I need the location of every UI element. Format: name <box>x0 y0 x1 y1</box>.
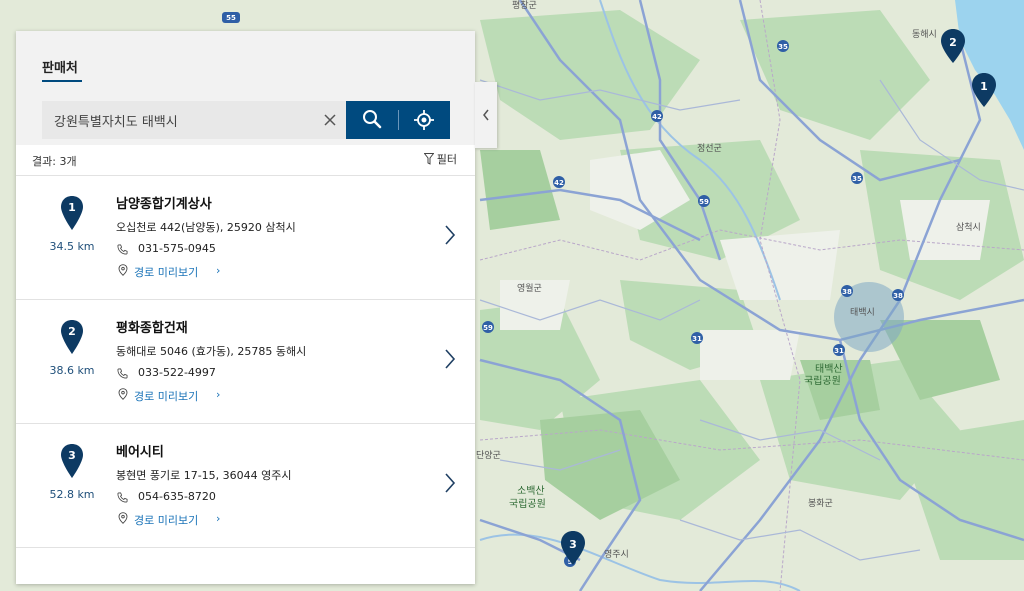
road-shield: 55 <box>226 14 236 22</box>
road-shield: 42 <box>652 113 662 121</box>
map-label-yeongwol: 영월군 <box>517 282 542 294</box>
search-box <box>42 101 346 139</box>
dealer-address: 오십천로 442(남양동), 25920 삼척시 <box>116 221 296 234</box>
route-preview-link[interactable]: 경로 미리보기 <box>134 512 198 528</box>
collapse-panel-button[interactable] <box>475 82 497 148</box>
map-label-taebaek: 태백시 <box>850 307 875 318</box>
dealer-row-2[interactable]: 2 38.6 km 평화종합건재 동해대로 5046 (효가동), 25785 … <box>16 299 475 423</box>
dealer-pin-icon: 1 <box>61 196 83 230</box>
filter-label: 필터 <box>436 153 457 166</box>
dealer-pin-number: 1 <box>68 201 76 214</box>
phone-icon <box>117 368 128 379</box>
dealer-address: 봉현면 풍기로 17-15, 36044 영주시 <box>116 469 292 482</box>
map-label-donghae: 동해시 <box>912 29 937 40</box>
road-shield: 42 <box>554 179 564 187</box>
map-pin-label: 3 <box>569 538 577 551</box>
dealer-pin-icon: 2 <box>61 320 83 354</box>
road-shield: 35 <box>852 175 862 183</box>
road-shield: 38 <box>893 292 903 300</box>
dealer-name: 베어시티 <box>116 445 164 460</box>
chevron-right-icon <box>445 349 456 369</box>
dealer-distance: 38.6 km <box>49 364 95 377</box>
dealer-distance: 52.8 km <box>49 488 95 501</box>
results-count: 결과: 3개 <box>32 155 77 168</box>
route-preview-link[interactable]: 경로 미리보기 <box>134 388 198 404</box>
location-pin-icon <box>118 512 128 524</box>
dealer-pin-number: 3 <box>68 449 76 462</box>
dealer-row-3[interactable]: 3 52.8 km 베어시티 봉현면 풍기로 17-15, 36044 영주시 … <box>16 423 475 548</box>
search-button-group <box>346 101 450 139</box>
filter-button[interactable]: 필터 <box>423 151 457 167</box>
chevron-left-icon <box>483 109 489 121</box>
road-shield: 31 <box>692 335 702 343</box>
map-label-bonghwa: 봉화군 <box>808 498 833 509</box>
road-shield: 38 <box>842 288 852 296</box>
location-pin-icon <box>118 264 128 276</box>
tab-active-indicator <box>42 80 82 82</box>
chevron-right-icon <box>445 225 456 245</box>
map-label-jeongseon: 정선군 <box>697 143 722 154</box>
location-pin-icon <box>118 388 128 400</box>
route-chevron-icon: › <box>216 388 221 401</box>
map-label-taebaeksan-2: 국립공원 <box>804 374 841 387</box>
tab-dealers[interactable]: 판매처 <box>42 57 78 76</box>
road-shield: 31 <box>834 347 844 355</box>
road-shield: 59 <box>483 324 493 332</box>
panel-header: 판매처 <box>16 31 475 83</box>
map-label-sobaeksan-1: 소백산 <box>517 485 545 497</box>
filter-icon <box>423 153 434 165</box>
route-chevron-icon: › <box>216 512 221 525</box>
map-label-yeongju: 영주시 <box>604 549 629 560</box>
map-pin-label: 2 <box>949 36 957 49</box>
clear-icon[interactable] <box>322 112 338 128</box>
map-label-pyeongchang: 평창군 <box>512 0 537 11</box>
road-shield: 35 <box>778 43 788 51</box>
route-chevron-icon: › <box>216 264 221 277</box>
dealer-phone[interactable]: 031-575-0945 <box>138 242 216 255</box>
dealer-distance: 34.5 km <box>49 240 95 253</box>
route-preview-link[interactable]: 경로 미리보기 <box>134 264 198 280</box>
phone-icon <box>117 492 128 503</box>
dealer-pin-number: 2 <box>68 325 76 338</box>
dealer-phone[interactable]: 054-635-8720 <box>138 490 216 503</box>
search-icon <box>363 110 382 129</box>
dealer-panel: 판매처 강원특별자치도 태백시 결과: 3개 필터 1 34.5 km 남양종합… <box>16 31 475 584</box>
dealer-pin-icon: 3 <box>61 444 83 478</box>
dealer-row-1[interactable]: 1 34.5 km 남양종합기계상사 오십천로 442(남양동), 25920 … <box>16 175 475 299</box>
map-label-taebaeksan-1: 태백산 <box>815 363 843 375</box>
search-area <box>16 83 475 145</box>
crosshair-icon <box>414 110 434 130</box>
map-label-sobaeksan-2: 국립공원 <box>509 497 546 510</box>
map-label-samcheok: 삼척시 <box>956 222 981 233</box>
map-pin-label: 1 <box>980 80 988 93</box>
search-button[interactable] <box>346 101 398 139</box>
road-shield: 59 <box>699 198 709 206</box>
phone-icon <box>117 244 128 255</box>
dealer-address: 동해대로 5046 (효가동), 25785 동해시 <box>116 345 307 358</box>
chevron-right-icon <box>445 473 456 493</box>
map-label-danyang: 단양군 <box>476 450 501 461</box>
dealer-phone[interactable]: 033-522-4997 <box>138 366 216 379</box>
results-bar: 결과: 3개 필터 <box>16 145 475 175</box>
locate-me-button[interactable] <box>399 101 450 139</box>
dealer-name: 평화종합건재 <box>116 321 188 336</box>
dealer-name: 남양종합기계상사 <box>116 197 212 212</box>
search-input[interactable] <box>54 101 314 139</box>
